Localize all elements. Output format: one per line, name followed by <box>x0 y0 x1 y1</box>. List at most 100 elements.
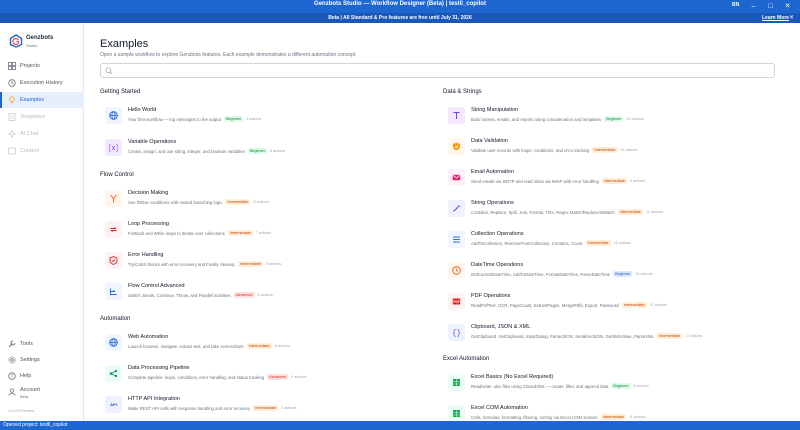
sidebar-item-examples[interactable]: Examples <box>0 92 84 108</box>
level-badge: Intermediate <box>225 199 251 205</box>
sidebar-item-help[interactable]: ? Help <box>0 368 84 384</box>
page-subtitle: Open a sample workflow to explore Genzbo… <box>100 52 357 58</box>
loop-icon <box>110 227 117 232</box>
example-title: Hello World <box>128 107 157 113</box>
example-card-email-automation[interactable]: Email Automation Send emails via SMTP an… <box>443 166 773 193</box>
example-card-clipboard-json-xml[interactable]: {} Clipboard, JSON & XML GetClipboard, S… <box>443 321 773 348</box>
action-count: 6 actions <box>270 149 286 153</box>
level-badge: Beginner <box>604 116 624 122</box>
example-description: Validate user records with loops, condit… <box>471 147 638 153</box>
example-tile <box>448 262 465 279</box>
api-icon: API <box>110 402 117 407</box>
example-card-flow-control-advanced[interactable]: Flow Control Advanced Switch, Break, Con… <box>100 280 430 307</box>
example-card-loop-processing[interactable]: Loop Processing ForEach and While loops … <box>100 218 430 245</box>
action-count: 5 actions <box>281 406 297 410</box>
example-description: ForEach and While loops to iterate over … <box>128 230 272 236</box>
example-card-pdf-operations[interactable]: PDF PDF Operations ReadPdfText, OCR, Pag… <box>443 290 773 317</box>
banner-close-icon[interactable]: ✕ <box>789 14 794 21</box>
sidebar-item-account[interactable]: Account Beta <box>0 384 84 404</box>
level-badge: Beginner <box>224 116 244 122</box>
sidebar-item-label: Templates <box>20 114 46 120</box>
minimize-icon[interactable]: – <box>747 0 760 13</box>
example-card-data-validation[interactable]: Data Validation Validate user records wi… <box>443 135 773 162</box>
example-tile: API <box>105 396 122 413</box>
example-card-excel-com-automation[interactable]: Excel COM Automation Cells, formulas, fo… <box>443 402 773 421</box>
search-box <box>100 63 775 78</box>
example-card-variable-operations[interactable]: {x} Variable Operations Create, assign, … <box>100 136 430 163</box>
sidebar-item-ai-chat[interactable]: AI Chat <box>0 126 84 142</box>
example-title: Flow Control Advanced <box>128 283 185 289</box>
template-icon <box>8 113 16 121</box>
search-input[interactable] <box>115 66 755 75</box>
example-title: Data Validation <box>471 138 508 144</box>
example-tile <box>448 374 465 391</box>
sidebar-item-label: Account <box>20 387 40 393</box>
example-tile <box>448 169 465 186</box>
beta-banner: Beta | All Standard & Pro features are f… <box>0 13 800 23</box>
maximize-icon[interactable]: □ <box>764 0 777 13</box>
example-card-datetime-operations[interactable]: DateTime Operations GetCurrentDateTime, … <box>443 259 773 286</box>
example-card-collection-operations[interactable]: Collection Operations AddToCollection, R… <box>443 228 773 255</box>
sidebar-item-templates[interactable]: Templates <box>0 109 84 125</box>
level-badge: Beginner <box>611 383 631 389</box>
sidebar-item-execution-history[interactable]: Execution History <box>0 75 84 91</box>
sidebar-item-tools[interactable]: Tools <box>0 336 84 352</box>
sidebar-item-projects[interactable]: Projects <box>0 58 84 74</box>
grid-icon <box>8 62 16 70</box>
sidebar-item-label: Settings <box>20 357 40 363</box>
level-badge: Intermediate <box>657 333 683 339</box>
example-card-string-operations[interactable]: String Operations Contains, Replace, Spl… <box>443 197 773 224</box>
sidebar-item-content[interactable]: Content <box>0 143 84 159</box>
main-content: Examples Open a sample workflow to explo… <box>84 23 800 421</box>
example-card-excel-basics[interactable]: Excel Basics (No Excel Required) Read/wr… <box>443 371 773 398</box>
level-badge: Beginner <box>247 148 268 154</box>
section-excel-automation: Excel Automation <box>443 356 490 362</box>
list-icon <box>453 236 460 243</box>
level-badge: Advanced <box>267 374 289 380</box>
example-tile: PDF <box>448 293 465 310</box>
sidebar-item-label: Help <box>20 373 32 379</box>
sidebar-item-label: Tools <box>20 341 33 347</box>
example-card-web-automation[interactable]: Web Automation Launch browser, navigate,… <box>100 331 430 358</box>
branch-icon <box>110 194 117 203</box>
action-count: 17 actions <box>685 334 703 338</box>
text-icon <box>453 112 460 119</box>
example-card-string-manipulation[interactable]: String Manipulation Build names, emails,… <box>443 104 773 131</box>
action-count: 6 actions <box>274 344 290 348</box>
example-description: ReadPdfText, OCR, PageCount, ExtractPage… <box>471 302 667 308</box>
example-title: String Manipulation <box>471 107 519 113</box>
action-count: 4 actions <box>629 179 646 183</box>
action-count: 11 actions <box>649 303 667 307</box>
example-card-data-processing-pipeline[interactable]: Data Processing Pipeline Complete pipeli… <box>100 362 430 389</box>
example-card-error-handling[interactable]: Error Handling Try/Catch blocks with err… <box>100 249 430 276</box>
window-title: Genzbots Studio — Workflow Designer (Bet… <box>314 1 486 7</box>
sidebar-item-label: Execution History <box>20 80 63 86</box>
example-card-decision-making[interactable]: Decision Making Use If/Else conditions w… <box>100 187 430 214</box>
example-tile <box>448 231 465 248</box>
example-title: Decision Making <box>128 190 169 196</box>
learn-more-link[interactable]: Learn More <box>762 15 789 21</box>
language-selector[interactable]: BN <box>732 2 739 8</box>
action-count: 8 actions <box>633 384 649 388</box>
example-tile <box>448 405 465 421</box>
example-title: Excel Basics (No Excel Required) <box>471 374 554 380</box>
brand-subtitle: Studio <box>26 43 38 48</box>
help-icon: ? <box>8 372 16 380</box>
close-icon[interactable]: ✕ <box>781 0 794 13</box>
sidebar-item-settings[interactable]: Settings <box>0 352 84 368</box>
section-data-strings: Data & Strings <box>443 89 482 95</box>
example-title: Variable Operations <box>128 139 177 145</box>
example-tile <box>105 252 122 269</box>
svg-text:?: ? <box>11 374 14 380</box>
section-automation: Automation <box>100 316 131 322</box>
level-badge: Intermediate <box>246 343 272 349</box>
example-card-http-api-integration[interactable]: API HTTP API Integration Make REST API c… <box>100 393 430 420</box>
action-count: 9 actions <box>291 375 307 379</box>
brand-name: Genzbots <box>26 35 54 41</box>
example-tile: {} <box>448 324 465 341</box>
spreadsheet-icon <box>453 410 460 417</box>
sidebar-item-label: AI Chat <box>20 131 39 137</box>
action-count: 3 actions <box>246 117 262 121</box>
level-badge: Intermediate <box>227 230 253 236</box>
example-card-hello-world[interactable]: Hello World Your first workflow — log me… <box>100 104 430 131</box>
